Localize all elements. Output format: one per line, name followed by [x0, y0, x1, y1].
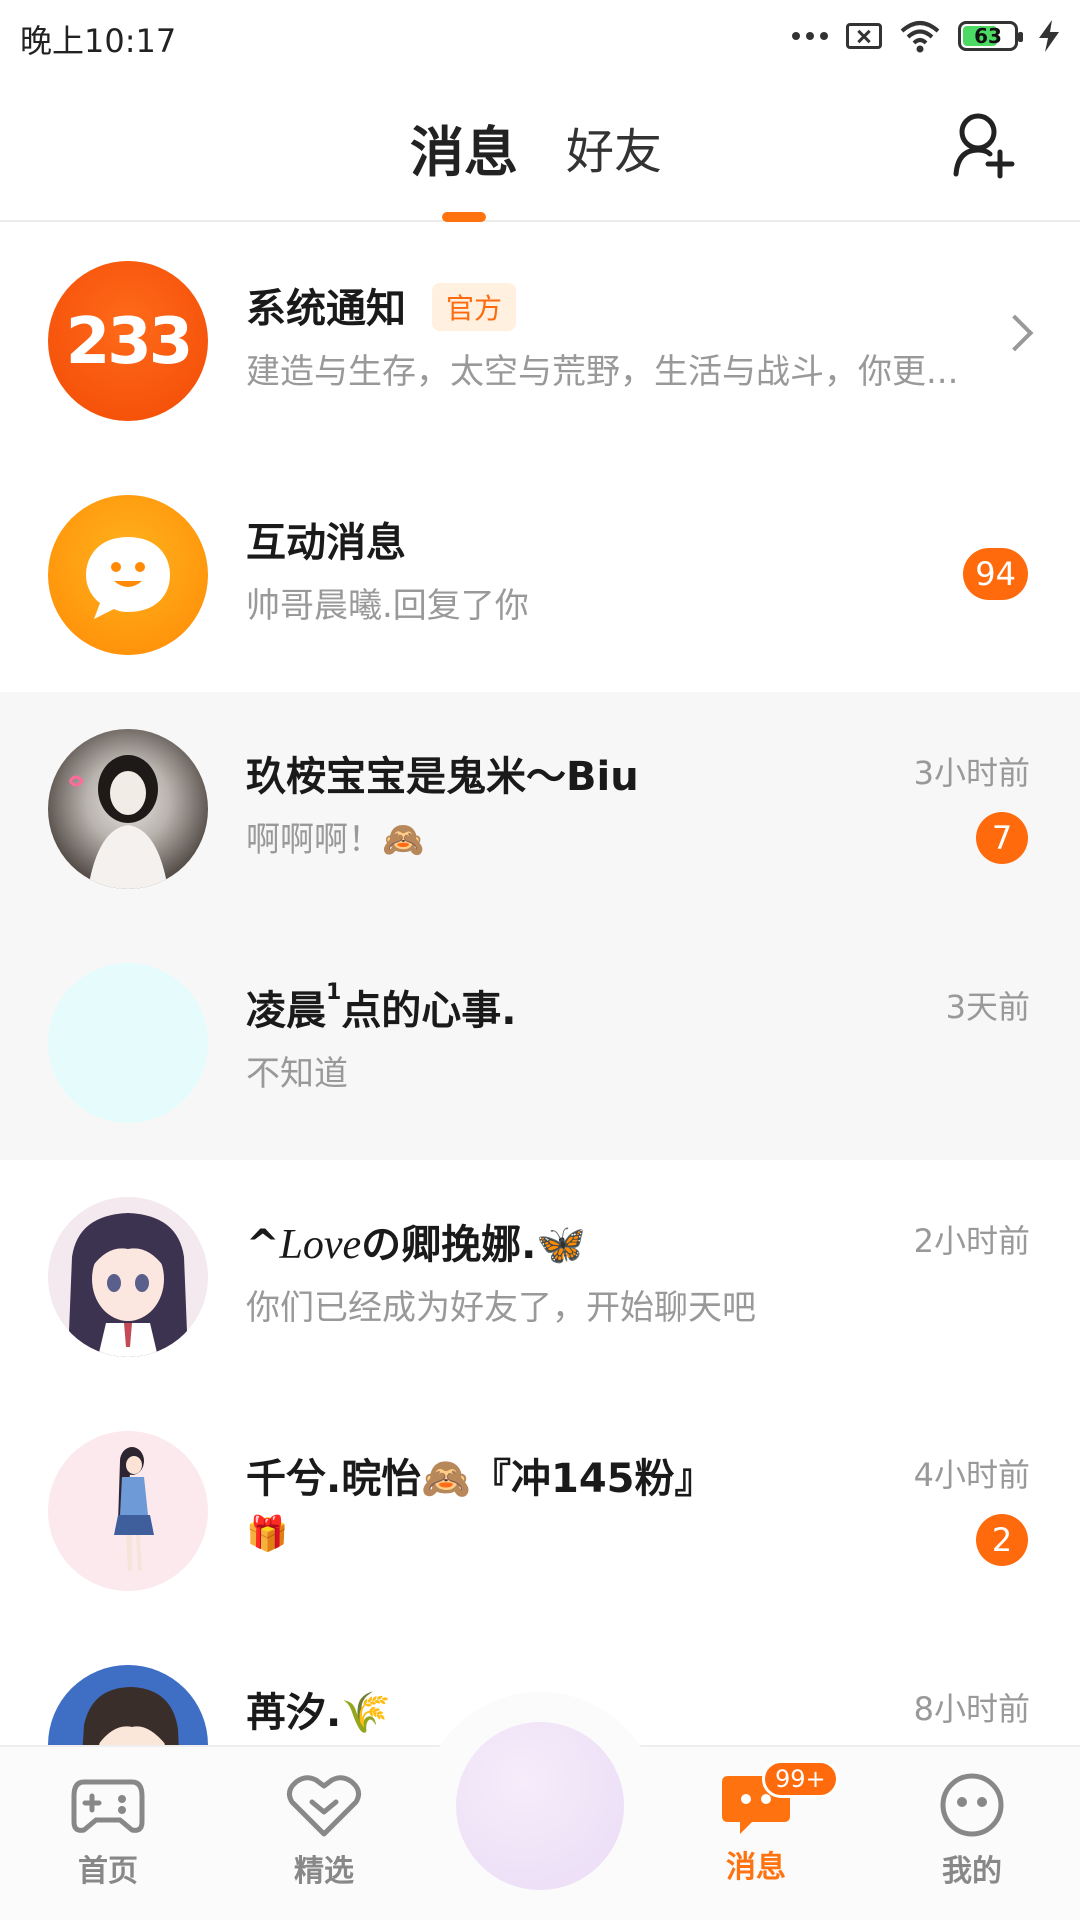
avatar	[48, 495, 208, 655]
name-italic-part: Love	[279, 1222, 362, 1268]
conversation-row-interaction[interactable]: 互动消息 帅哥晨曦.回复了你 94	[0, 458, 1080, 692]
conversation-preview: 帅哥晨曦.回复了你	[246, 586, 529, 626]
conversation-time: 4小时前	[913, 1456, 1030, 1494]
tab-friends[interactable]: 好友	[566, 112, 662, 182]
wifi-icon	[900, 21, 940, 53]
conversation-row[interactable]: ^Loveの卿挽娜.🦋 你们已经成为好友了，开始聊天吧 2小时前	[0, 1160, 1080, 1394]
conversation-name: 苒汐.🌾	[246, 1690, 391, 1736]
chat-bubble-icon	[86, 537, 170, 619]
gamepad-icon	[71, 1779, 145, 1833]
conversation-time: 3天前	[945, 988, 1030, 1026]
unread-badge: 2	[976, 1514, 1028, 1566]
avatar	[48, 963, 208, 1123]
unread-badge: 94	[963, 548, 1028, 600]
heart-icon	[286, 1775, 362, 1837]
status-icons: 63	[792, 16, 1062, 56]
conversation-name: 玖桉宝宝是鬼米～Biu	[246, 754, 639, 800]
conversation-name: 互动消息	[246, 520, 406, 566]
unread-badge: 7	[976, 812, 1028, 864]
conversation-list: 233 系统通知 官方 建造与生存，太空与荒野，生活与战斗，你更... 互动消息 …	[0, 224, 1080, 1862]
battery-icon: 63	[958, 21, 1023, 51]
nav-label: 精选	[294, 1854, 354, 1889]
avatar	[48, 729, 208, 889]
conversation-time: 2小时前	[913, 1222, 1030, 1260]
battery-level: 63	[974, 24, 1002, 48]
name-part: の卿挽娜.🦋	[361, 1222, 587, 1268]
conversation-name: ^Loveの卿挽娜.🦋	[246, 1212, 586, 1270]
nav-messages[interactable]: 99+ 消息	[686, 1760, 839, 1886]
conversation-time: 3小时前	[913, 754, 1030, 792]
charging-icon	[1039, 20, 1059, 52]
name-superscript: 1	[326, 980, 342, 1005]
tab-indicator	[442, 212, 486, 222]
tab-messages[interactable]: 消息	[410, 108, 518, 187]
avatar-illustration	[68, 755, 168, 889]
conversation-name: 千兮.晥怡🙈『冲145粉』	[246, 1456, 715, 1502]
conversation-row[interactable]: 凌晨1点的心事. 不知道 3天前	[0, 926, 1080, 1160]
nav-label: 首页	[78, 1854, 138, 1889]
message-icon-wrap: 99+	[718, 1760, 839, 1838]
avatar: 233	[48, 261, 208, 421]
conversation-name-text: 系统通知	[246, 286, 406, 332]
conversation-name: 凌晨1点的心事.	[246, 978, 517, 1036]
nav-label: 我的	[942, 1854, 1002, 1889]
official-badge: 官方	[432, 283, 517, 331]
avatar	[48, 1431, 208, 1591]
status-time: 晚上10:17	[20, 22, 177, 60]
conversation-time: 8小时前	[913, 1690, 1030, 1728]
nav-label: 消息	[726, 1850, 786, 1885]
conversation-preview: 🎁	[246, 1514, 289, 1554]
avatar	[48, 1197, 208, 1357]
nav-home[interactable]: 首页	[38, 1772, 178, 1890]
avatar-233-text: 233	[65, 305, 194, 379]
conversation-preview: 啊啊啊！🙈	[246, 820, 425, 860]
header: 消息 好友	[0, 72, 1080, 222]
center-action-button[interactable]	[456, 1722, 624, 1890]
nav-me[interactable]: 我的	[902, 1772, 1042, 1890]
conversation-row[interactable]: 玖桉宝宝是鬼米～Biu 啊啊啊！🙈 3小时前 7	[0, 692, 1080, 926]
avatar-illustration	[68, 1213, 188, 1357]
face-icon	[940, 1773, 1004, 1837]
avatar-illustration	[114, 1447, 154, 1571]
conversation-preview: 不知道	[246, 1054, 348, 1094]
status-bar: 晚上10:17 63	[0, 0, 1080, 72]
chevron-right-icon	[996, 314, 1034, 352]
no-sim-icon	[846, 23, 882, 49]
conversation-name: 系统通知 官方	[246, 276, 517, 335]
conversation-row-system[interactable]: 233 系统通知 官方 建造与生存，太空与荒野，生活与战斗，你更...	[0, 224, 1080, 458]
name-part: 点的心事.	[341, 988, 517, 1034]
add-user-icon[interactable]	[952, 112, 1016, 182]
conversation-preview: 你们已经成为好友了，开始聊天吧	[246, 1288, 756, 1328]
nav-badge: 99+	[762, 1760, 839, 1798]
name-part: 凌晨	[246, 988, 326, 1034]
conversation-preview: 建造与生存，太空与荒野，生活与战斗，你更...	[246, 352, 959, 392]
name-part: ^	[246, 1222, 280, 1268]
conversation-row[interactable]: 千兮.晥怡🙈『冲145粉』 🎁 4小时前 2	[0, 1394, 1080, 1628]
more-dots-icon	[792, 32, 828, 40]
nav-featured[interactable]: 精选	[254, 1772, 394, 1890]
